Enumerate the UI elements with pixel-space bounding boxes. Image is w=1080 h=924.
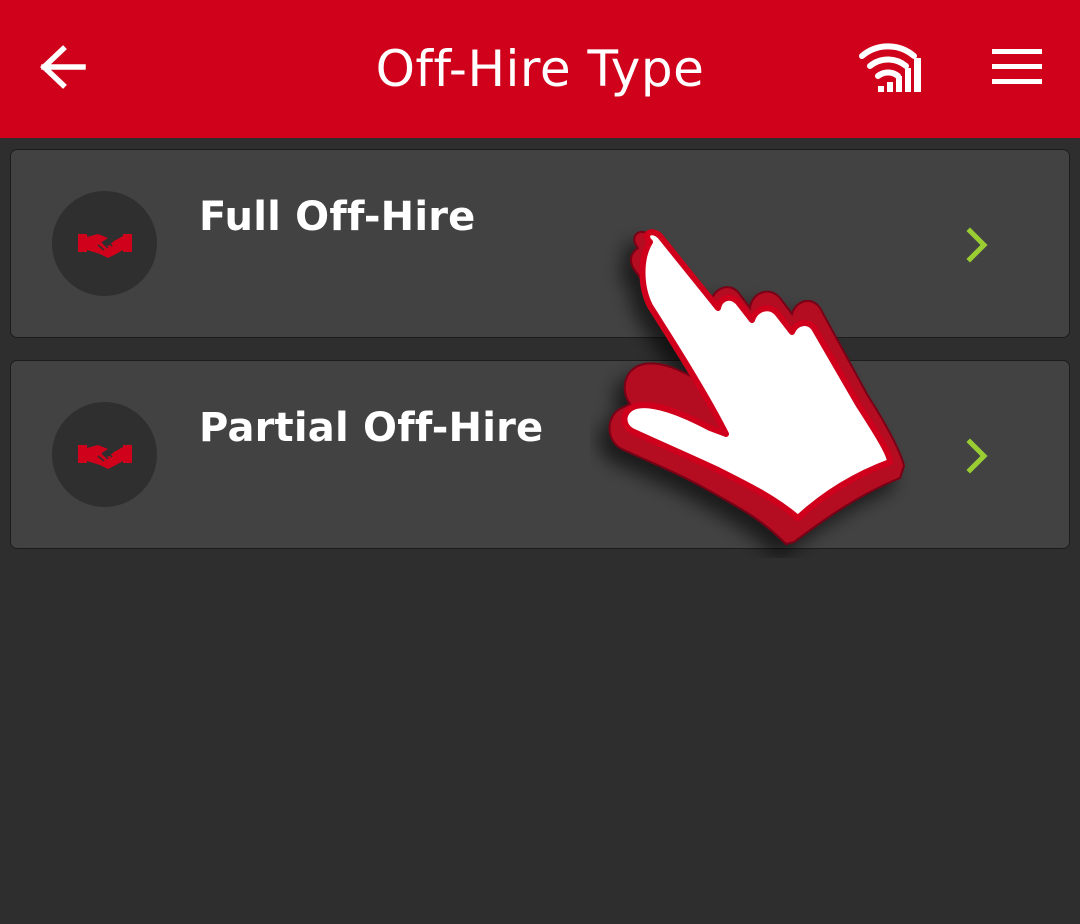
arrow-left-icon bbox=[40, 45, 86, 89]
item-label: Full Off-Hire bbox=[199, 194, 476, 240]
back-button[interactable] bbox=[30, 34, 96, 100]
chevron-right-icon bbox=[966, 227, 988, 263]
list-item-full-off-hire[interactable]: Full Off-Hire bbox=[10, 149, 1070, 338]
hamburger-menu-icon bbox=[992, 49, 1042, 84]
menu-button[interactable] bbox=[984, 36, 1050, 98]
wifi-signal-icon bbox=[859, 43, 921, 92]
item-avatar bbox=[52, 402, 157, 507]
off-hire-type-list: Full Off-Hire Partial Off-Hire bbox=[10, 149, 1070, 571]
chevron-right-icon bbox=[966, 438, 988, 474]
item-label: Partial Off-Hire bbox=[199, 405, 544, 451]
handshake-icon bbox=[77, 444, 132, 469]
item-avatar bbox=[52, 191, 157, 296]
handshake-icon bbox=[77, 233, 132, 258]
header-bar: Off-Hire Type bbox=[0, 0, 1080, 138]
list-item-partial-off-hire[interactable]: Partial Off-Hire bbox=[10, 360, 1070, 549]
page-title: Off-Hire Type bbox=[375, 40, 705, 98]
app-screen: Off-Hire Type Full Off-Hire Partial Off-… bbox=[0, 0, 1080, 924]
